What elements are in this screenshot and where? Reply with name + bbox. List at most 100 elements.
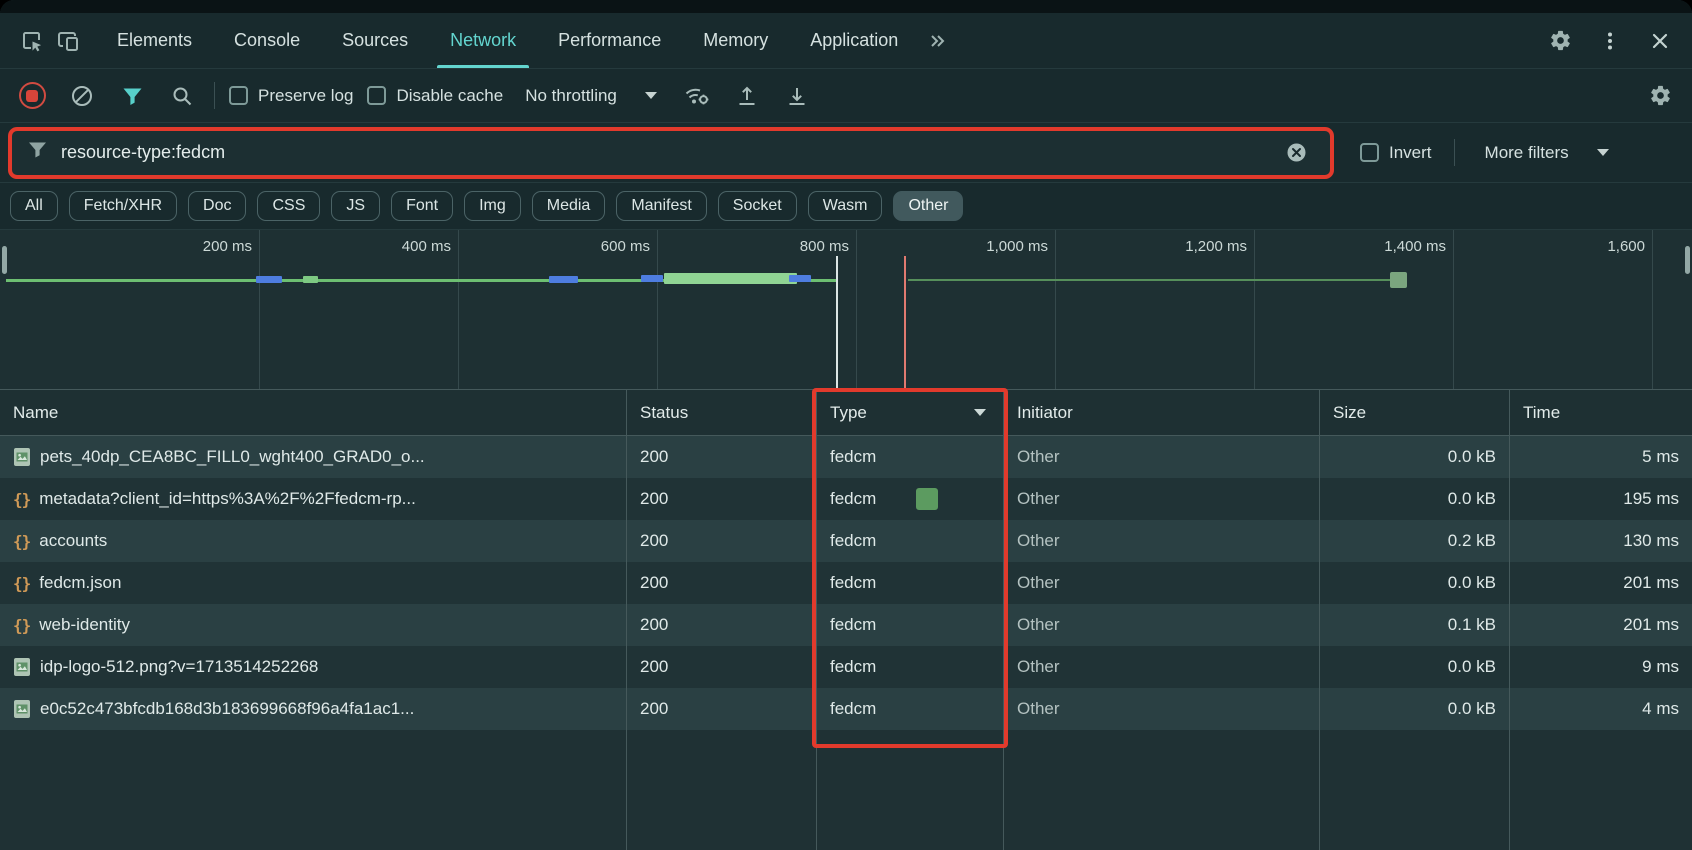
request-status[interactable]: 200	[627, 688, 817, 730]
request-status[interactable]: 200	[627, 562, 817, 604]
tab-performance[interactable]: Performance	[537, 13, 682, 68]
column-header-type[interactable]: Type	[817, 390, 1004, 435]
waterfall-overview[interactable]: 200 ms400 ms600 ms800 ms1,000 ms1,200 ms…	[0, 230, 1692, 390]
device-toolbar-icon[interactable]	[50, 23, 86, 59]
filter-toggle-icon[interactable]	[114, 78, 150, 114]
tab-memory[interactable]: Memory	[682, 13, 789, 68]
overview-right-handle[interactable]	[1685, 246, 1690, 274]
request-row[interactable]: idp-logo-512.png?v=1713514252268200fedcm…	[0, 646, 1692, 688]
request-size[interactable]: 0.2 kB	[1320, 520, 1510, 562]
request-name-cell[interactable]: idp-logo-512.png?v=1713514252268	[0, 646, 627, 688]
request-time[interactable]: 195 ms	[1510, 478, 1692, 520]
column-header-time[interactable]: Time	[1510, 390, 1692, 435]
request-initiator[interactable]: Other	[1004, 520, 1320, 562]
request-time[interactable]: 4 ms	[1510, 688, 1692, 730]
search-icon[interactable]	[164, 78, 200, 114]
request-size[interactable]: 0.0 kB	[1320, 646, 1510, 688]
chip-img[interactable]: Img	[464, 191, 521, 221]
clear-filter-icon[interactable]	[1278, 135, 1314, 171]
request-size[interactable]: 0.1 kB	[1320, 604, 1510, 646]
kebab-menu-icon[interactable]	[1592, 23, 1628, 59]
invert-checkbox[interactable]	[1360, 143, 1379, 162]
clear-network-log-button[interactable]	[64, 78, 100, 114]
disable-cache-checkbox[interactable]	[367, 86, 386, 105]
request-type[interactable]: fedcm	[817, 520, 1004, 562]
chip-doc[interactable]: Doc	[188, 191, 246, 221]
tab-console[interactable]: Console	[213, 13, 321, 68]
chip-socket[interactable]: Socket	[718, 191, 797, 221]
request-type[interactable]: fedcm	[817, 688, 1004, 730]
invert-filter-control[interactable]: Invert	[1360, 143, 1432, 163]
chip-font[interactable]: Font	[391, 191, 453, 221]
chip-wasm[interactable]: Wasm	[808, 191, 883, 221]
request-type[interactable]: fedcm	[817, 604, 1004, 646]
request-row[interactable]: {}metadata?client_id=https%3A%2F%2Ffedcm…	[0, 478, 1692, 520]
record-network-log-button[interactable]	[14, 78, 50, 114]
chip-manifest[interactable]: Manifest	[616, 191, 706, 221]
throttling-select[interactable]: No throttling	[517, 86, 665, 106]
request-initiator[interactable]: Other	[1004, 562, 1320, 604]
inspect-element-icon[interactable]	[14, 23, 50, 59]
more-filters-button[interactable]: More filters	[1477, 143, 1617, 163]
request-time[interactable]: 201 ms	[1510, 562, 1692, 604]
network-filter-input[interactable]: resource-type:fedcm	[8, 127, 1334, 179]
import-har-icon[interactable]	[729, 78, 765, 114]
more-tabs-icon[interactable]	[919, 23, 955, 59]
request-time[interactable]: 5 ms	[1510, 436, 1692, 478]
request-size[interactable]: 0.0 kB	[1320, 562, 1510, 604]
chip-fetch-xhr[interactable]: Fetch/XHR	[69, 191, 177, 221]
request-status[interactable]: 200	[627, 478, 817, 520]
request-initiator[interactable]: Other	[1004, 436, 1320, 478]
tab-network[interactable]: Network	[429, 13, 537, 68]
request-row[interactable]: {}accounts200fedcmOther0.2 kB130 ms	[0, 520, 1692, 562]
request-row[interactable]: {}web-identity200fedcmOther0.1 kB201 ms	[0, 604, 1692, 646]
preserve-log-checkbox[interactable]	[229, 86, 248, 105]
request-size[interactable]: 0.0 kB	[1320, 436, 1510, 478]
request-initiator[interactable]: Other	[1004, 604, 1320, 646]
request-initiator[interactable]: Other	[1004, 688, 1320, 730]
request-row[interactable]: pets_40dp_CEA8BC_FILL0_wght400_GRAD0_o..…	[0, 436, 1692, 478]
request-status[interactable]: 200	[627, 646, 817, 688]
request-type[interactable]: fedcm	[817, 436, 1004, 478]
close-icon[interactable]	[1642, 23, 1678, 59]
request-status[interactable]: 200	[627, 520, 817, 562]
tab-application[interactable]: Application	[789, 13, 919, 68]
request-row[interactable]: {}fedcm.json200fedcmOther0.0 kB201 ms	[0, 562, 1692, 604]
request-name-cell[interactable]: e0c52c473bfcdb168d3b183699668f96a4fa1ac1…	[0, 688, 627, 730]
preserve-log-control[interactable]: Preserve log	[229, 86, 353, 106]
request-name-cell[interactable]: {}fedcm.json	[0, 562, 627, 604]
export-har-icon[interactable]	[779, 78, 815, 114]
chip-all[interactable]: All	[10, 191, 58, 221]
request-initiator[interactable]: Other	[1004, 478, 1320, 520]
request-row[interactable]: e0c52c473bfcdb168d3b183699668f96a4fa1ac1…	[0, 688, 1692, 730]
request-status[interactable]: 200	[627, 604, 817, 646]
request-size[interactable]: 0.0 kB	[1320, 688, 1510, 730]
tab-sources[interactable]: Sources	[321, 13, 429, 68]
chip-css[interactable]: CSS	[257, 191, 320, 221]
disable-cache-control[interactable]: Disable cache	[367, 86, 503, 106]
chip-media[interactable]: Media	[532, 191, 606, 221]
tab-elements[interactable]: Elements	[96, 13, 213, 68]
request-name-cell[interactable]: {}metadata?client_id=https%3A%2F%2Ffedcm…	[0, 478, 627, 520]
column-header-status[interactable]: Status	[627, 390, 817, 435]
settings-gear-icon[interactable]	[1542, 23, 1578, 59]
network-settings-gear-icon[interactable]	[1642, 78, 1678, 114]
request-name-cell[interactable]: {}web-identity	[0, 604, 627, 646]
request-size[interactable]: 0.0 kB	[1320, 478, 1510, 520]
network-conditions-icon[interactable]	[679, 78, 715, 114]
request-type[interactable]: fedcm	[817, 646, 1004, 688]
request-time[interactable]: 201 ms	[1510, 604, 1692, 646]
request-initiator[interactable]: Other	[1004, 646, 1320, 688]
column-header-size[interactable]: Size	[1320, 390, 1510, 435]
request-status[interactable]: 200	[627, 436, 817, 478]
overview-left-handle[interactable]	[2, 246, 7, 274]
chip-other[interactable]: Other	[893, 191, 963, 221]
chip-js[interactable]: JS	[331, 191, 380, 221]
request-type[interactable]: fedcm	[817, 478, 1004, 520]
column-header-name[interactable]: Name	[0, 390, 627, 435]
column-header-initiator[interactable]: Initiator	[1004, 390, 1320, 435]
request-name-cell[interactable]: {}accounts	[0, 520, 627, 562]
request-time[interactable]: 130 ms	[1510, 520, 1692, 562]
request-name-cell[interactable]: pets_40dp_CEA8BC_FILL0_wght400_GRAD0_o..…	[0, 436, 627, 478]
request-time[interactable]: 9 ms	[1510, 646, 1692, 688]
